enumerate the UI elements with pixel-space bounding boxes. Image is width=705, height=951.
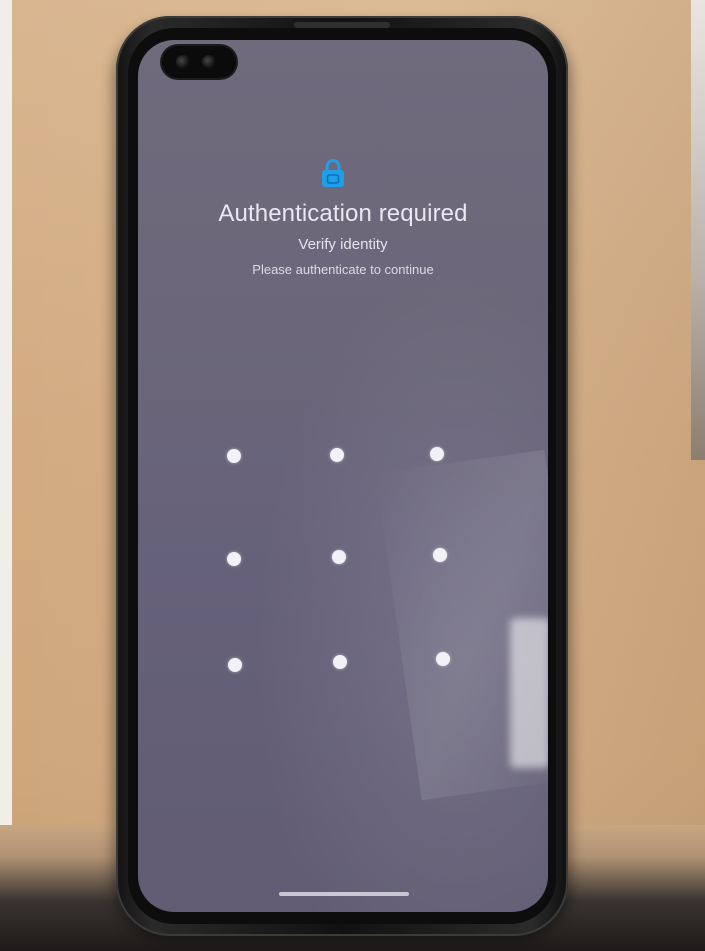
camera-lens: [202, 55, 216, 69]
description: Please authenticate to continue: [252, 262, 434, 277]
subtitle: Verify identity: [298, 236, 388, 253]
pattern-dot-5[interactable]: [332, 550, 346, 564]
pattern-dot-1[interactable]: [227, 449, 241, 463]
home-indicator[interactable]: [279, 892, 409, 896]
pattern-dot-7[interactable]: [228, 658, 242, 672]
earpiece-speaker: [294, 22, 390, 28]
desk-wall: [691, 0, 705, 460]
pattern-dot-2[interactable]: [330, 448, 344, 462]
camera-lens: [176, 55, 190, 69]
front-camera-cutout: [162, 46, 236, 78]
lock-screen: Authentication required Verify identity …: [138, 40, 548, 912]
pattern-dot-6[interactable]: [433, 548, 447, 562]
pattern-dot-8[interactable]: [333, 655, 347, 669]
pattern-dot-3[interactable]: [430, 447, 444, 461]
pattern-dot-4[interactable]: [227, 552, 241, 566]
screen-reflection: [510, 618, 548, 768]
lock-icon: [322, 159, 344, 187]
desk-edge: [0, 0, 12, 951]
pattern-dot-9[interactable]: [436, 652, 450, 666]
page-title: Authentication required: [218, 200, 468, 227]
